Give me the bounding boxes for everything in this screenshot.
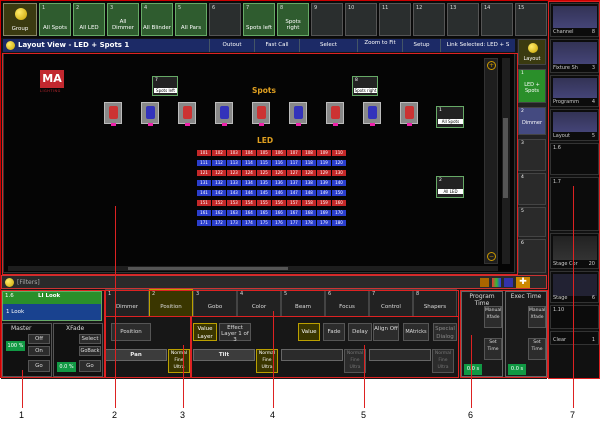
callout-frame-1 — [1, 290, 105, 378]
group-number: 5 — [178, 5, 182, 11]
group-button-12[interactable]: 12 — [413, 3, 445, 36]
layout-number: 5 — [521, 209, 524, 214]
group-button-4[interactable]: 4 All Blinder — [141, 3, 173, 36]
layout-title-icon — [6, 41, 15, 50]
callout-frame-7 — [548, 1, 600, 379]
callout-4: 4 — [270, 410, 276, 420]
group-button-3[interactable]: 3 All Dimmer — [107, 3, 139, 36]
filters-label: [Filters] — [17, 279, 40, 286]
group-number: 10 — [348, 5, 355, 11]
group-button-8[interactable]: 8 Spots right — [277, 3, 309, 36]
fast-call-button[interactable]: Fast Call — [254, 39, 299, 52]
group-pool-title[interactable]: Group — [3, 3, 37, 36]
layer-icon[interactable] — [504, 278, 513, 287]
layout-number: 1 — [521, 71, 524, 76]
callout-5: 5 — [361, 410, 367, 420]
layout-pool-item-6[interactable]: 6 — [518, 239, 546, 273]
group-number: 8 — [280, 5, 284, 11]
group-bar: Group 1 All Spots 2 All LED 3 All Dimmer 4 All … — [1, 1, 547, 38]
layout-number: 2 — [521, 109, 524, 114]
callout-line-4 — [273, 311, 274, 408]
filters-bar[interactable]: [Filters] ✚ — [1, 275, 547, 289]
color-picker-icon[interactable] — [492, 278, 501, 287]
grandma-logo-icon — [15, 8, 27, 20]
zoom-to-fit-button[interactable]: Zoom to Fit — [357, 39, 402, 52]
callout-frame-4 — [105, 290, 459, 317]
group-number: 2 — [76, 5, 80, 11]
callout-frame-5 — [191, 316, 459, 378]
group-label: Group — [11, 26, 29, 32]
group-number: 15 — [518, 5, 525, 11]
group-number: 12 — [416, 5, 423, 11]
layout-pool-item-0[interactable]: Layout — [518, 39, 546, 65]
filters-icon — [5, 278, 14, 287]
group-button-6[interactable]: 6 — [209, 3, 241, 36]
layout-pool: Layout 1 LED + Spots 2 Dimmer 3 4 5 6 — [517, 39, 547, 275]
window-title: Layout View - LED + Spots 1 — [18, 41, 130, 49]
layout-number: 3 — [521, 141, 524, 146]
output-button[interactable]: Outout — [209, 39, 254, 52]
group-button-label: All Blinder — [142, 25, 172, 31]
callout-line-2 — [115, 206, 116, 408]
group-number: 4 — [144, 5, 148, 11]
callout-frame-6 — [460, 290, 548, 378]
layout-number: 6 — [521, 241, 524, 246]
layout-number: 4 — [521, 175, 524, 180]
layout-pool-item-2[interactable]: 2 Dimmer — [518, 107, 546, 135]
callout-frame-3 — [105, 316, 191, 378]
group-number: 14 — [484, 5, 491, 11]
group-button-label: All Spots — [43, 25, 67, 31]
callout-6: 6 — [468, 410, 474, 420]
callout-1: 1 — [19, 410, 25, 420]
layout-pool-icon — [528, 43, 538, 53]
callout-3: 3 — [180, 410, 186, 420]
setup-button[interactable]: Setup — [402, 39, 440, 52]
palette-icon[interactable] — [480, 278, 489, 287]
layout-pool-item-5[interactable]: 5 — [518, 207, 546, 237]
add-icon[interactable]: ✚ — [516, 277, 530, 288]
group-button-7[interactable]: 7 Spots left — [243, 3, 275, 36]
group-number: 11 — [382, 5, 389, 11]
group-button-label: All Dimmer — [111, 19, 135, 31]
group-number: 3 — [110, 5, 114, 11]
group-button-label: Spots left — [245, 25, 273, 31]
console-screen: Group 1 All Spots 2 All LED 3 All Dimmer 4 All … — [0, 0, 600, 379]
layout-view-titlebar: Layout View - LED + Spots 1 Outout Fast … — [3, 39, 515, 52]
group-button-14[interactable]: 14 — [481, 3, 513, 36]
group-button-13[interactable]: 13 — [447, 3, 479, 36]
layout-pool-item-3[interactable]: 3 — [518, 139, 546, 171]
group-button-1[interactable]: 1 All Spots — [39, 3, 71, 36]
group-number: 1 — [42, 5, 46, 11]
callout-line-7 — [573, 186, 574, 408]
group-button-2[interactable]: 2 All LED — [73, 3, 105, 36]
callout-frame-2 — [2, 53, 518, 275]
callout-7: 7 — [570, 410, 576, 420]
group-button-label: Spots right — [285, 19, 301, 31]
group-number: 9 — [314, 5, 318, 11]
callout-line-1 — [22, 370, 23, 408]
group-button-label: All Pars — [180, 25, 202, 31]
group-button-9[interactable]: 9 — [311, 3, 343, 36]
group-button-5[interactable]: 5 All Pars — [175, 3, 207, 36]
group-number: 7 — [246, 5, 250, 11]
link-selected-button[interactable]: Link Selected: LED + S — [440, 39, 515, 52]
callout-line-6 — [471, 335, 472, 408]
group-button-label: All LED — [79, 25, 99, 31]
group-button-15[interactable]: 15 — [515, 3, 547, 36]
layout-label: LED + Spots — [524, 82, 540, 94]
group-number: 6 — [212, 5, 216, 11]
layout-label: Layout — [523, 56, 541, 62]
callout-line-3 — [183, 345, 184, 408]
layout-pool-item-1[interactable]: 1 LED + Spots — [518, 69, 546, 103]
group-number: 13 — [450, 5, 457, 11]
group-button-10[interactable]: 10 — [345, 3, 377, 36]
layout-label: Dimmer — [521, 120, 543, 126]
callout-line-5 — [364, 345, 365, 408]
select-button[interactable]: Select — [299, 39, 357, 52]
group-button-11[interactable]: 11 — [379, 3, 411, 36]
callout-2: 2 — [112, 410, 118, 420]
layout-pool-item-4[interactable]: 4 — [518, 173, 546, 205]
